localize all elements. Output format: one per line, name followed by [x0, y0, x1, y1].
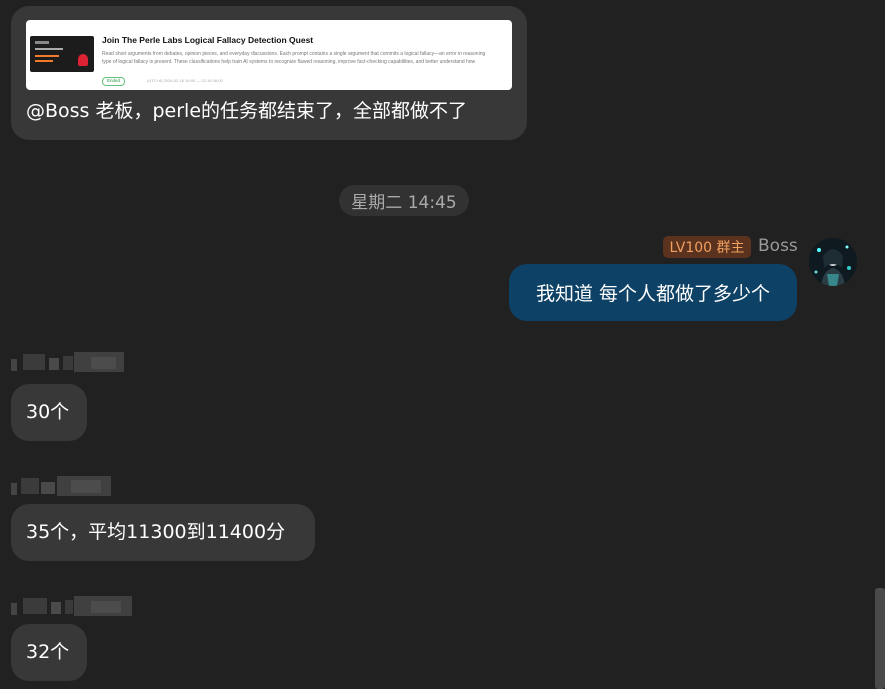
status-badge: Ended: [102, 77, 126, 86]
outgoing-message-bubble[interactable]: 我知道 每个人都做了多少个: [509, 264, 797, 321]
card-title: Join The Perle Labs Logical Fallacy Dete…: [102, 35, 314, 45]
sender-name[interactable]: Boss: [758, 236, 798, 256]
avatar[interactable]: [809, 238, 857, 286]
member-level-badge: LV100 群主: [663, 236, 751, 258]
sender-name-blurred: [11, 596, 135, 616]
card-date-range: (UTC+8) 2026-02-16 16:00 — 02-18 08:00: [147, 78, 223, 83]
sender-name-blurred: [11, 352, 127, 372]
message-text: 35个，平均11300到11400分: [26, 521, 286, 543]
avatar-image: [809, 238, 857, 286]
incoming-message-bubble[interactable]: 35个，平均11300到11400分: [11, 504, 315, 561]
message-text: 我知道 每个人都做了多少个: [535, 283, 771, 305]
message-text: 32个: [26, 641, 70, 663]
message-text: @Boss 老板，perle的任务都结束了，全部都做不了: [26, 100, 468, 122]
card-description: Read short arguments from debates, opini…: [102, 50, 512, 66]
card-description-line: Read short arguments from debates, opini…: [102, 51, 486, 57]
time-divider: 星期二 14:45: [339, 185, 469, 216]
message-text: 30个: [26, 401, 70, 423]
incoming-message-bubble[interactable]: 30个: [11, 384, 87, 441]
link-preview-card[interactable]: Join The Perle Labs Logical Fallacy Dete…: [26, 20, 512, 90]
incoming-message-bubble[interactable]: 32个: [11, 624, 87, 681]
sender-name-blurred: [11, 476, 111, 496]
scrollbar[interactable]: [875, 588, 885, 689]
card-description-line: type of logical fallacy is present. Thes…: [102, 59, 476, 65]
card-thumbnail: [30, 36, 94, 72]
shared-message-bubble[interactable]: Join The Perle Labs Logical Fallacy Dete…: [11, 6, 527, 140]
